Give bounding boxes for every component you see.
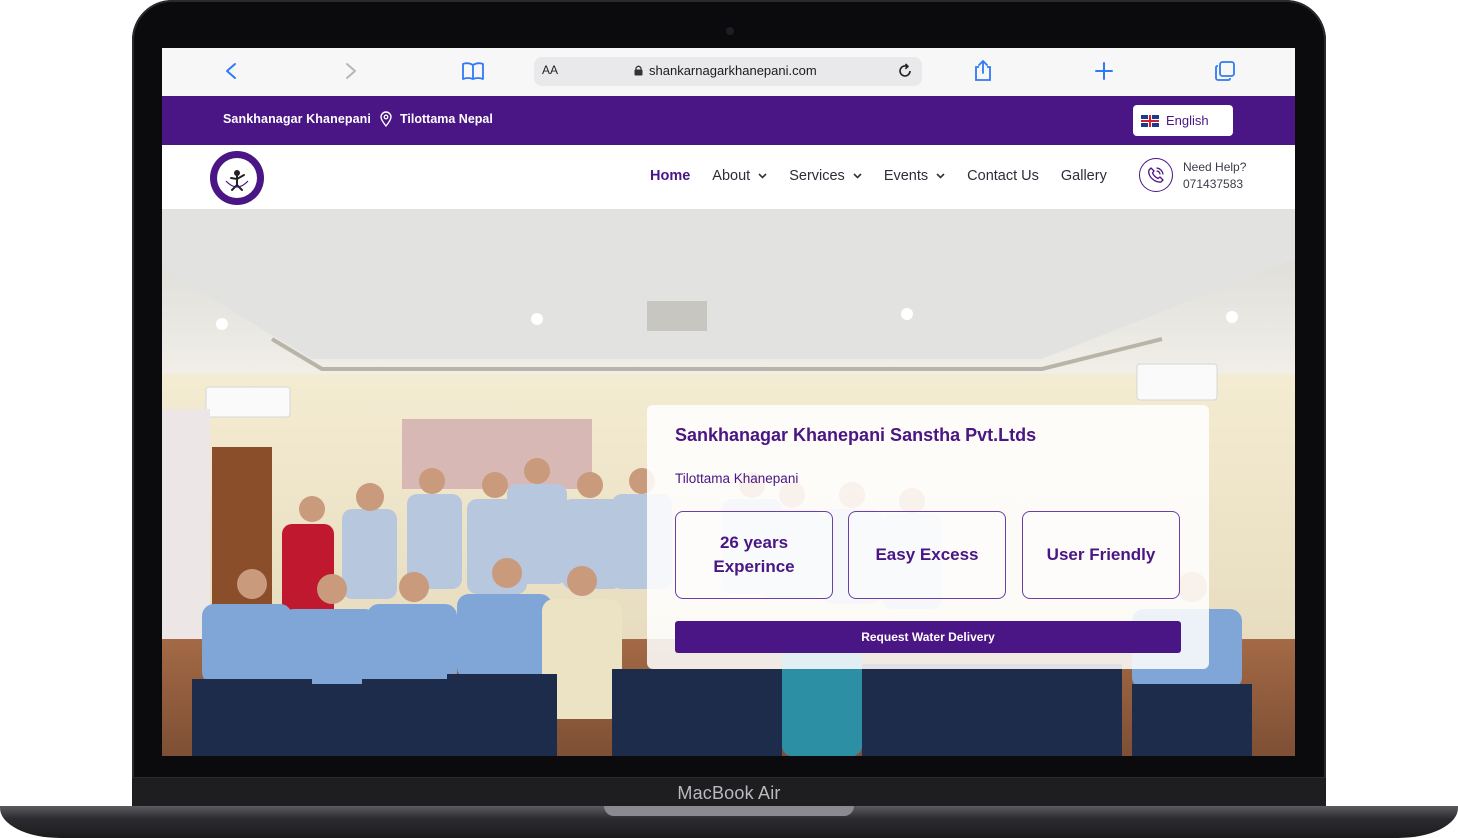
chevron-down-icon [936,171,945,181]
feature-easy-access: Easy Excess [848,511,1006,599]
help-contact: Need Help? 071437583 [1183,159,1246,193]
lock-icon [634,65,643,76]
bookmarks-icon[interactable] [460,58,486,84]
main-nav: Home About Services Events Contact Us Gallery… [162,145,1295,209]
base-notch [604,806,854,816]
language-selector[interactable]: English [1133,105,1233,136]
language-label: English [1166,113,1209,128]
laptop-base [0,806,1458,838]
back-icon[interactable] [218,58,244,84]
help-phone[interactable]: 071437583 [1183,176,1246,193]
hero-subtitle: Tilottama Khanepani [675,471,799,486]
share-icon[interactable] [970,58,996,84]
nav-item-label: Contact Us [967,168,1039,184]
screen: AA shankarnagarkhanepani.com Sankhanagar… [162,48,1295,756]
feature-experience: 26 years Experince [675,511,833,599]
phone-icon[interactable] [1139,158,1173,192]
reload-icon[interactable] [894,60,916,82]
nav-item-services[interactable]: Services [789,168,862,184]
forward-icon[interactable] [338,58,364,84]
nav-item-contact-us[interactable]: Contact Us [967,168,1039,184]
nav-item-label: Gallery [1060,168,1107,184]
chevron-down-icon [758,171,767,181]
browser-toolbar: AA shankarnagarkhanepani.com [162,48,1295,97]
nav-item-gallery[interactable]: Gallery [1061,168,1107,184]
hero-title: Sankhanagar Khanepani Sanstha Pvt.Ltds [675,425,1037,445]
url-display: shankarnagarkhanepani.com [634,63,817,78]
help-label: Need Help? [1183,160,1247,174]
feature-user-friendly: User Friendly [1022,511,1180,599]
camera-icon [726,27,734,35]
nav-item-label: Home [650,168,691,184]
chevron-down-icon [853,171,862,181]
topbar-location: Tilottama Nepal [380,111,493,127]
topbar-brand: Sankhanagar Khanepani [223,112,371,126]
nav-item-label: Events [883,168,929,184]
bezel-chin: MacBook Air [132,777,1326,808]
nav-item-label: About [712,168,751,184]
address-bar[interactable]: AA shankarnagarkhanepani.com [534,57,922,86]
topbar: Sankhanagar Khanepani Tilottama Nepal En… [162,96,1295,145]
model-label: MacBook Air [677,783,781,803]
hero-section: Sankhanagar Khanepani Sanstha Pvt.Ltds T… [162,209,1295,756]
nav-item-events[interactable]: Events [884,168,945,184]
url-text: shankarnagarkhanepani.com [649,63,817,78]
request-water-delivery-button[interactable]: Request Water Delivery [675,621,1181,653]
nav-item-about[interactable]: About [712,168,767,184]
text-size-button[interactable]: AA [542,63,558,77]
logo-emblem-icon [225,170,249,191]
nav-item-label: Services [789,168,845,184]
site-logo[interactable] [210,151,264,205]
new-tab-icon[interactable] [1091,58,1117,84]
nav-item-home[interactable]: Home [650,168,690,184]
hero-card: Sankhanagar Khanepani Sanstha Pvt.Ltds T… [647,405,1209,669]
nav-links: Home About Services Events Contact Us Gallery [650,168,1129,184]
uk-flag-icon [1141,114,1159,127]
tabs-icon[interactable] [1212,58,1238,84]
location-text: Tilottama Nepal [400,112,493,126]
map-pin-icon [380,111,392,127]
